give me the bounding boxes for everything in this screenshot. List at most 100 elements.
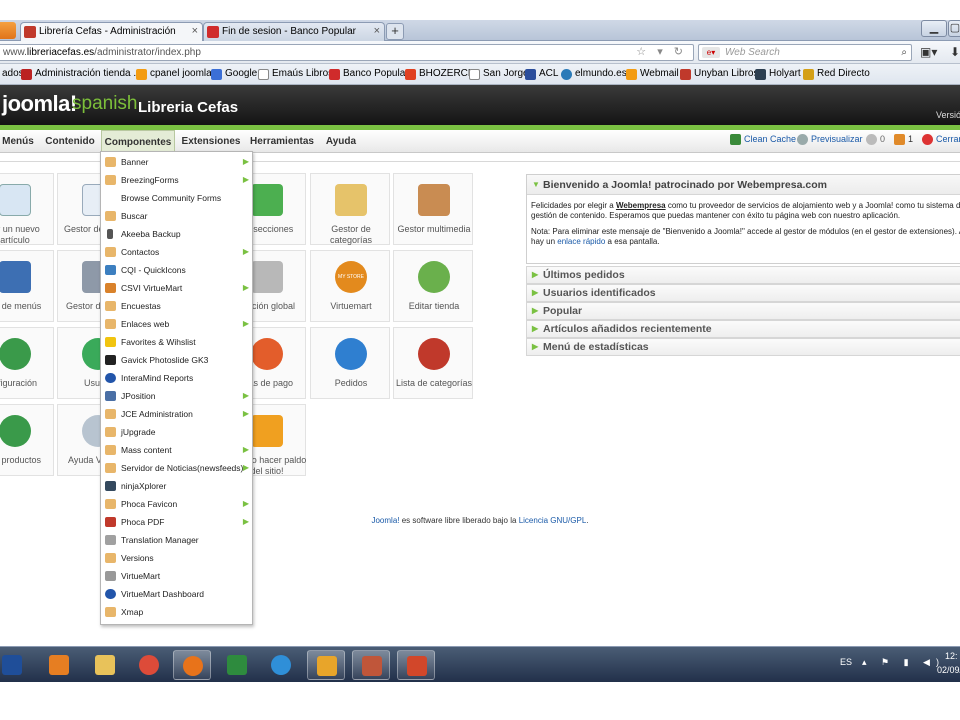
clock-date[interactable]: 02/09/ xyxy=(937,665,960,675)
bookmark-item[interactable]: Emaús Libros xyxy=(258,68,333,80)
collapsed-arrow-icon: ▶ xyxy=(532,324,539,333)
bookmark-item[interactable]: Webmail xyxy=(626,68,679,80)
minimize-button[interactable]: ▁ xyxy=(921,20,947,37)
tab-libreria-admin[interactable]: Librería Cefas - Administración × xyxy=(20,22,203,41)
dropdown-item-translation-manager[interactable]: Translation Manager xyxy=(101,531,252,549)
users-count[interactable]: 1 xyxy=(894,134,913,145)
dropdown-item-virtuemart-dashboard[interactable]: VirtueMart Dashboard xyxy=(101,585,252,603)
tab-banco-popular[interactable]: Fin de sesion - Banco Popular × xyxy=(203,22,385,41)
dropdown-item-jposition[interactable]: JPosition ▶ xyxy=(101,387,252,405)
bookmarks-menu-icon[interactable]: ▣▾ xyxy=(920,45,937,59)
taskbar-internet-explorer[interactable] xyxy=(262,650,300,680)
quickicon-editar-tienda[interactable]: Editar tienda xyxy=(393,250,473,322)
dropdown-item-newsfeeds[interactable]: Servidor de Noticias(newsfeeds) ▶ xyxy=(101,459,252,477)
dropdown-item-encuestas[interactable]: Encuestas xyxy=(101,297,252,315)
joomla-link[interactable]: Joomla! xyxy=(371,516,399,525)
bookmark-item[interactable]: Administración tienda ... xyxy=(21,68,142,80)
dropdown-item-virtuemart[interactable]: VirtueMart xyxy=(101,567,252,585)
quickicon-virtuemart[interactable]: MY STORE Virtuemart xyxy=(310,250,390,322)
bookmark-item[interactable]: San Jorge xyxy=(469,68,529,80)
panel-usuarios-identificados[interactable]: ▶ Usuarios identificados xyxy=(526,284,960,302)
dropdown-item-contactos[interactable]: Contactos ▶ xyxy=(101,243,252,261)
dropdown-item-gavick-photoslide[interactable]: Gavick Photoslide GK3 xyxy=(101,351,252,369)
dropdown-item-breezingforms[interactable]: BreezingForms ▶ xyxy=(101,171,252,189)
dropdown-item-phoca-pdf[interactable]: Phoca PDF ▶ xyxy=(101,513,252,531)
webempresa-link[interactable]: Webempresa xyxy=(616,201,666,210)
quickicon-pedidos[interactable]: Pedidos xyxy=(310,327,390,399)
search-input[interactable]: e▾ Web Search ⌕ xyxy=(698,44,912,61)
taskbar-excel[interactable] xyxy=(218,650,256,680)
taskbar-app-k[interactable] xyxy=(40,650,78,680)
dropdown-item-akeeba-backup[interactable]: Akeeba Backup xyxy=(101,225,252,243)
menu-extensiones[interactable]: Extensiones xyxy=(180,130,242,153)
dropdown-item-favorites-wishlist[interactable]: Favorites & Wihslist xyxy=(101,333,252,351)
taskbar-explorer[interactable] xyxy=(86,650,124,680)
dropdown-item-enlaces-web[interactable]: Enlaces web ▶ xyxy=(101,315,252,333)
dropdown-item-csvi-virtuemart[interactable]: CSVI VirtueMart ▶ xyxy=(101,279,252,297)
panel-popular[interactable]: ▶ Popular xyxy=(526,302,960,320)
bookmark-item[interactable]: Red Directo xyxy=(803,68,870,80)
dropdown-item-versions[interactable]: Versions xyxy=(101,549,252,567)
taskbar-firefox[interactable] xyxy=(173,650,211,680)
dropdown-item-buscar[interactable]: Buscar xyxy=(101,207,252,225)
dropdown-item-mass-content[interactable]: Mass content ▶ xyxy=(101,441,252,459)
new-tab-button[interactable]: + xyxy=(386,23,404,40)
dropdown-item-jupgrade[interactable]: jUpgrade xyxy=(101,423,252,441)
menu-menus[interactable]: Menús xyxy=(0,130,36,153)
menu-herramientas[interactable]: Herramientas xyxy=(250,130,314,153)
download-icon[interactable]: ⬇ xyxy=(950,45,960,59)
quickicon-gestor-multimedia[interactable]: Gestor multimedia xyxy=(393,173,473,245)
menu-contenido[interactable]: Contenido xyxy=(44,130,96,153)
search-engine-icon[interactable]: e▾ xyxy=(702,47,720,58)
gpl-license-link[interactable]: Licencia GNU/GPL xyxy=(519,516,587,525)
dropdown-item-banner[interactable]: Banner ▶ xyxy=(101,153,252,171)
taskbar-app-book[interactable] xyxy=(352,650,390,680)
taskbar-outlook[interactable] xyxy=(307,650,345,680)
quickicon-add-article[interactable]: dir un nuevo artículo xyxy=(0,173,54,245)
dropdown-item-jce-administration[interactable]: JCE Administration ▶ xyxy=(101,405,252,423)
logout-link[interactable]: Cerrar xyxy=(922,134,960,145)
bookmark-item[interactable]: Unyban Libros xyxy=(680,68,758,80)
bookmark-item[interactable]: BHOZERCK xyxy=(405,68,475,80)
close-tab-icon[interactable]: × xyxy=(374,23,380,40)
menu-componentes[interactable]: Componentes xyxy=(101,130,175,153)
language-indicator[interactable]: ES xyxy=(840,657,852,667)
dropdown-item-browse-community-forms[interactable]: Browse Community Forms xyxy=(101,189,252,207)
bookmark-item[interactable]: Banco Popular xyxy=(329,68,409,80)
quickicon-configuracion[interactable]: nfiguración xyxy=(0,327,54,399)
dropdown-item-cqi-quickicons[interactable]: CQI - QuickIcons xyxy=(101,261,252,279)
quickicon-productos[interactable]: de productos xyxy=(0,404,54,476)
taskbar-app-soft[interactable] xyxy=(0,650,38,680)
bookmark-item[interactable]: ACL xyxy=(525,68,558,80)
quick-link[interactable]: enlace rápido xyxy=(557,237,605,246)
messages-count[interactable]: 0 xyxy=(866,134,885,145)
panel-menu-estadisticas[interactable]: ▶ Menú de estadísticas xyxy=(526,338,960,356)
panel-articulos-recientes[interactable]: ▶ Artículos añadidos recientemente xyxy=(526,320,960,338)
bookmark-item[interactable]: elmundo.es xyxy=(561,68,627,80)
quickicon-gestor-menus[interactable]: tor de menús xyxy=(0,250,54,322)
preview-link[interactable]: Previsualizar xyxy=(797,134,863,145)
search-icon[interactable]: ⌕ xyxy=(901,45,907,60)
tray-icons[interactable]: ▴ ⚑ ▮ ◀) xyxy=(862,657,945,668)
dropdown-item-phoca-favicon[interactable]: Phoca Favicon ▶ xyxy=(101,495,252,513)
quickicon-lista-categorias[interactable]: Lista de categorías xyxy=(393,327,473,399)
close-tab-icon[interactable]: × xyxy=(192,23,198,40)
bookmark-item[interactable]: Holyart xyxy=(755,68,801,80)
taskbar-powerpoint[interactable] xyxy=(397,650,435,680)
bookmark-star-reload-icons[interactable]: ☆ ▾ ↻ xyxy=(636,45,687,60)
bookmark-item[interactable]: Google xyxy=(211,68,257,80)
firefox-menu-button[interactable] xyxy=(0,22,16,39)
welcome-panel-header[interactable]: ▼ Bienvenido a Joomla! patrocinado por W… xyxy=(527,175,960,195)
dropdown-item-interamind-reports[interactable]: InteraMind Reports xyxy=(101,369,252,387)
menu-ayuda[interactable]: Ayuda xyxy=(322,130,360,153)
clean-cache-link[interactable]: Clean Cache xyxy=(730,134,796,145)
dropdown-item-ninjaxplorer[interactable]: ninjaXplorer xyxy=(101,477,252,495)
clock-time[interactable]: 12: xyxy=(945,651,958,661)
restore-button[interactable]: ▢ xyxy=(948,20,960,37)
bookmark-item[interactable]: cpanel joomla xyxy=(136,68,212,80)
quickicon-gestor-categorias[interactable]: Gestor de categorías xyxy=(310,173,390,245)
url-bar[interactable]: www.libreriacefas.es/administrator/index… xyxy=(0,44,694,61)
taskbar-chrome[interactable] xyxy=(130,650,168,680)
dropdown-item-xmap[interactable]: Xmap xyxy=(101,603,252,621)
panel-ultimos-pedidos[interactable]: ▶ Últimos pedidos xyxy=(526,266,960,284)
